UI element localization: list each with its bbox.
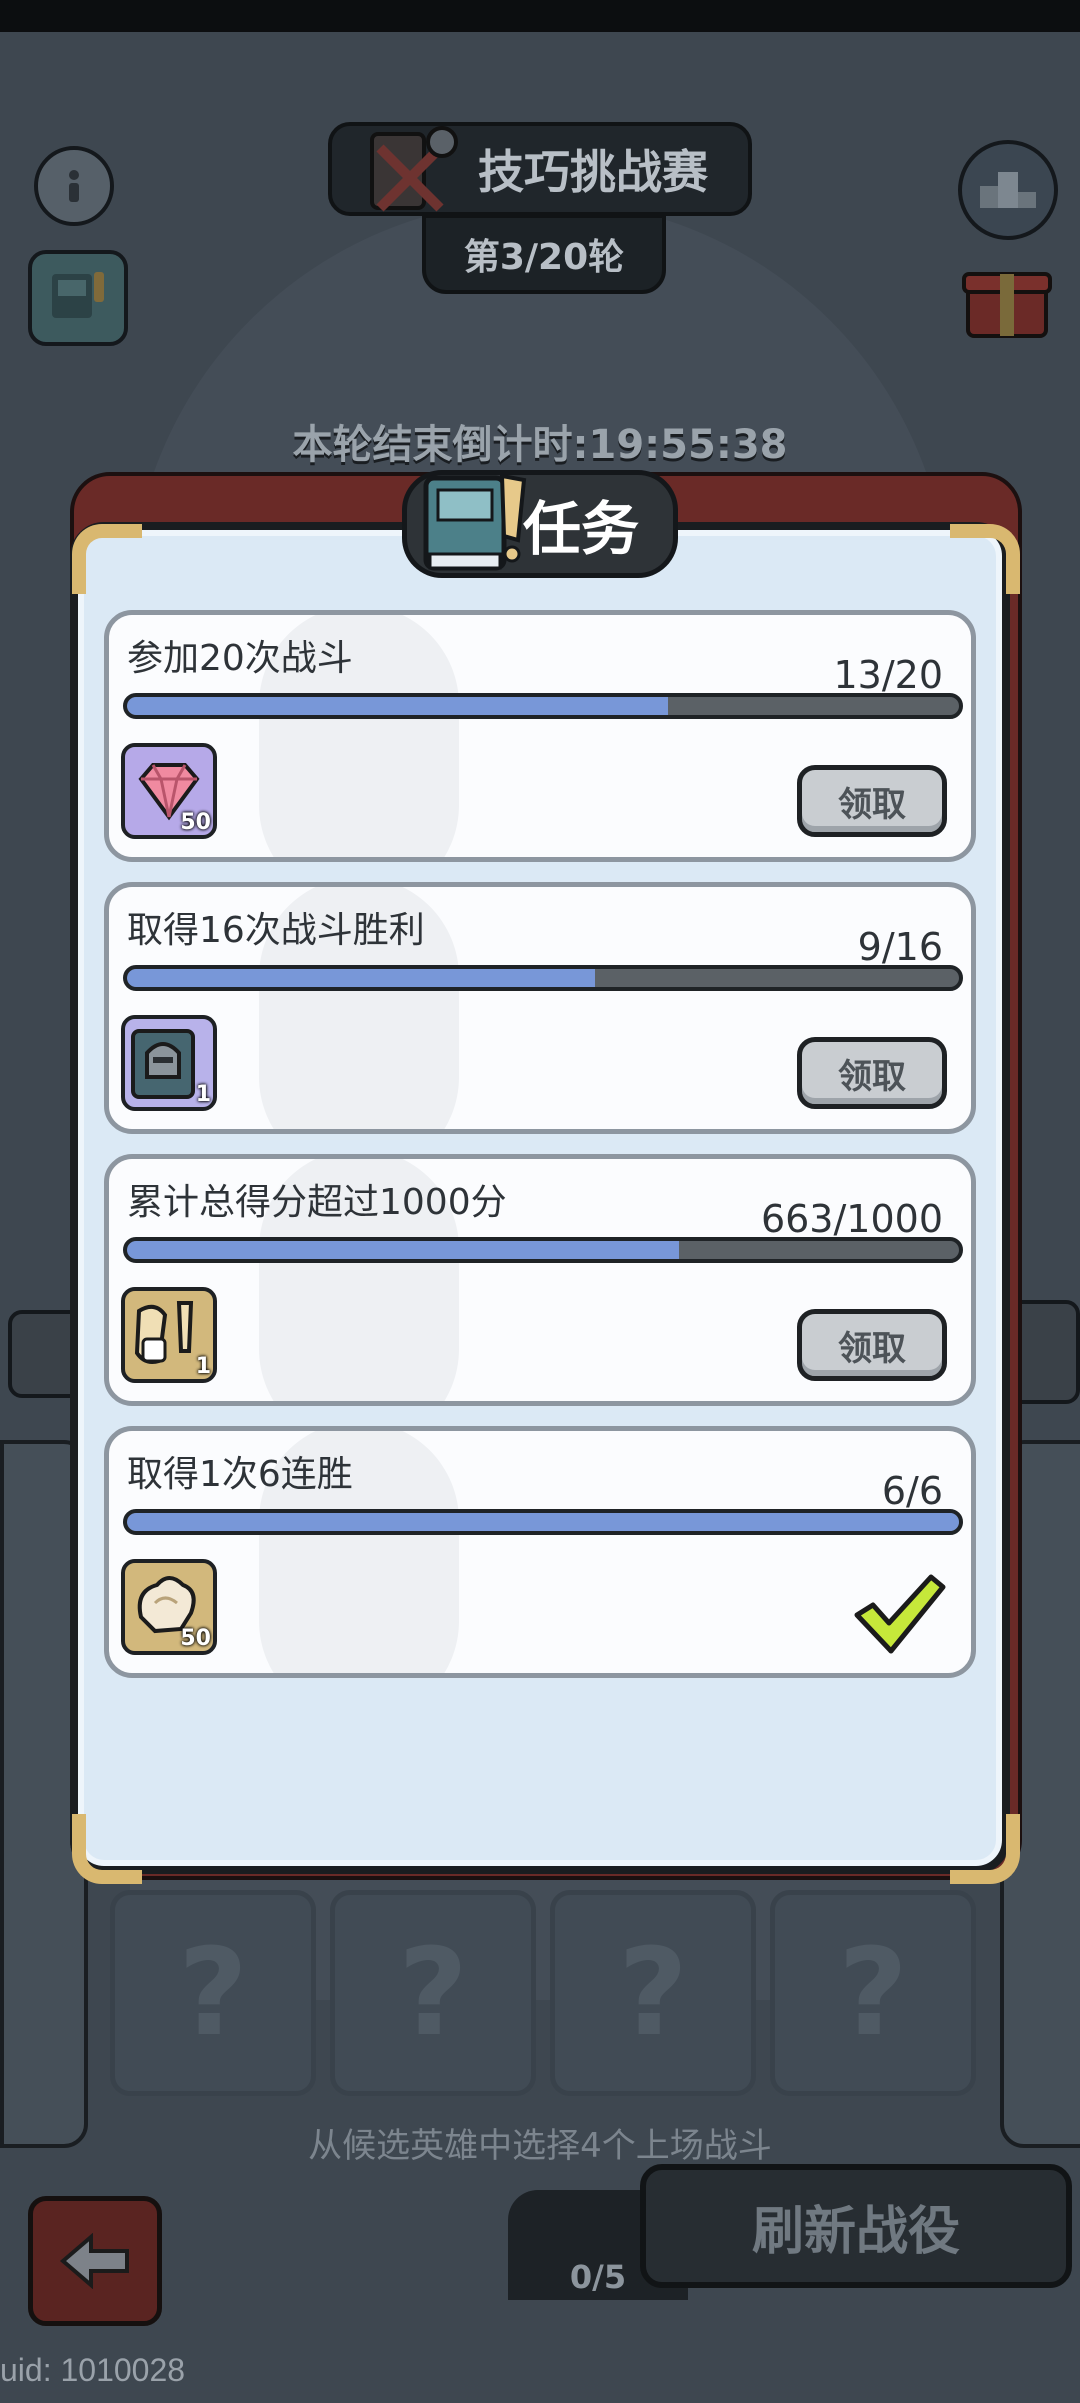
task-book-icon [420, 470, 532, 580]
corner-ornament [950, 1814, 1020, 1884]
task-name: 累计总得分超过1000分 [127, 1182, 507, 1223]
helmet-card-icon[interactable]: 1 [121, 1015, 217, 1111]
event-title-text: 技巧挑战赛 [478, 145, 708, 199]
task-progress-fill [127, 697, 668, 715]
user-id: uid: 1010028 [0, 2352, 186, 2388]
refresh-battle-button[interactable]: 刷新战役 [640, 2164, 1072, 2288]
info-icon[interactable] [34, 146, 114, 226]
countdown-text: 本轮结束倒计时:19:55:38 [292, 422, 788, 468]
task-item: 参加20次战斗 13/20 50 领取 [104, 610, 976, 862]
task-progress-fill [127, 1241, 679, 1259]
status-bar [0, 0, 1080, 32]
reward-quantity: 1 [195, 1354, 211, 1379]
task-item: 取得1次6连胜 6/6 50 [104, 1426, 976, 1678]
corner-ornament [72, 524, 142, 594]
claim-button[interactable]: 领取 [797, 1309, 947, 1381]
task-progress-fill [127, 969, 595, 987]
book-icon[interactable] [28, 250, 128, 346]
task-progress-bar [123, 1509, 963, 1535]
corner-ornament [950, 524, 1020, 594]
hero-slot-4[interactable]: ? [770, 1890, 976, 2096]
scroll-dice-icon[interactable]: 1 [121, 1287, 217, 1383]
completed-check-icon [851, 1571, 947, 1657]
task-item: 累计总得分超过1000分 663/1000 1 领取 [104, 1154, 976, 1406]
task-progress-text: 13/20 [833, 653, 943, 697]
task-progress-bar [123, 693, 963, 719]
task-progress-bar [123, 965, 963, 991]
info-glyph-icon [69, 170, 79, 202]
task-name: 取得16次战斗胜利 [127, 910, 425, 951]
task-progress-bar [123, 1237, 963, 1263]
reward-quantity: 50 [180, 1626, 211, 1651]
hero-slot-3[interactable]: ? [550, 1890, 756, 2096]
round-indicator: 第3/20轮 [422, 214, 666, 294]
task-book-icon [52, 272, 104, 318]
hero-slot-2[interactable]: ? [330, 1890, 536, 2096]
task-name: 参加20次战斗 [127, 638, 353, 679]
rook-sword-icon [350, 108, 470, 228]
gem-icon[interactable]: 50 [121, 743, 217, 839]
task-progress-text: 663/1000 [760, 1197, 943, 1241]
back-arrow-icon [59, 2233, 129, 2289]
gift-icon[interactable] [960, 256, 1054, 340]
reward-quantity: 1 [195, 1082, 211, 1107]
hero-slot-1[interactable]: ? [110, 1890, 316, 2096]
ranking-icon[interactable] [958, 140, 1058, 240]
task-progress-text: 6/6 [881, 1469, 943, 1513]
back-button[interactable] [28, 2196, 162, 2326]
claim-button[interactable]: 领取 [797, 765, 947, 837]
reward-quantity: 50 [180, 810, 211, 835]
task-item: 取得16次战斗胜利 9/16 1 领取 [104, 882, 976, 1134]
corner-ornament [72, 1814, 142, 1884]
podium-icon [980, 172, 1036, 208]
muscle-icon[interactable]: 50 [121, 1559, 217, 1655]
modal-title-text: 任务 [522, 495, 639, 563]
task-name: 取得1次6连胜 [127, 1454, 353, 1495]
claim-button[interactable]: 领取 [797, 1037, 947, 1109]
task-progress-fill [127, 1513, 959, 1531]
hero-count-text: 0/5 [569, 2258, 627, 2296]
select-hint: 从候选英雄中选择4个上场战斗 [308, 2126, 772, 2166]
task-progress-text: 9/16 [857, 925, 943, 969]
